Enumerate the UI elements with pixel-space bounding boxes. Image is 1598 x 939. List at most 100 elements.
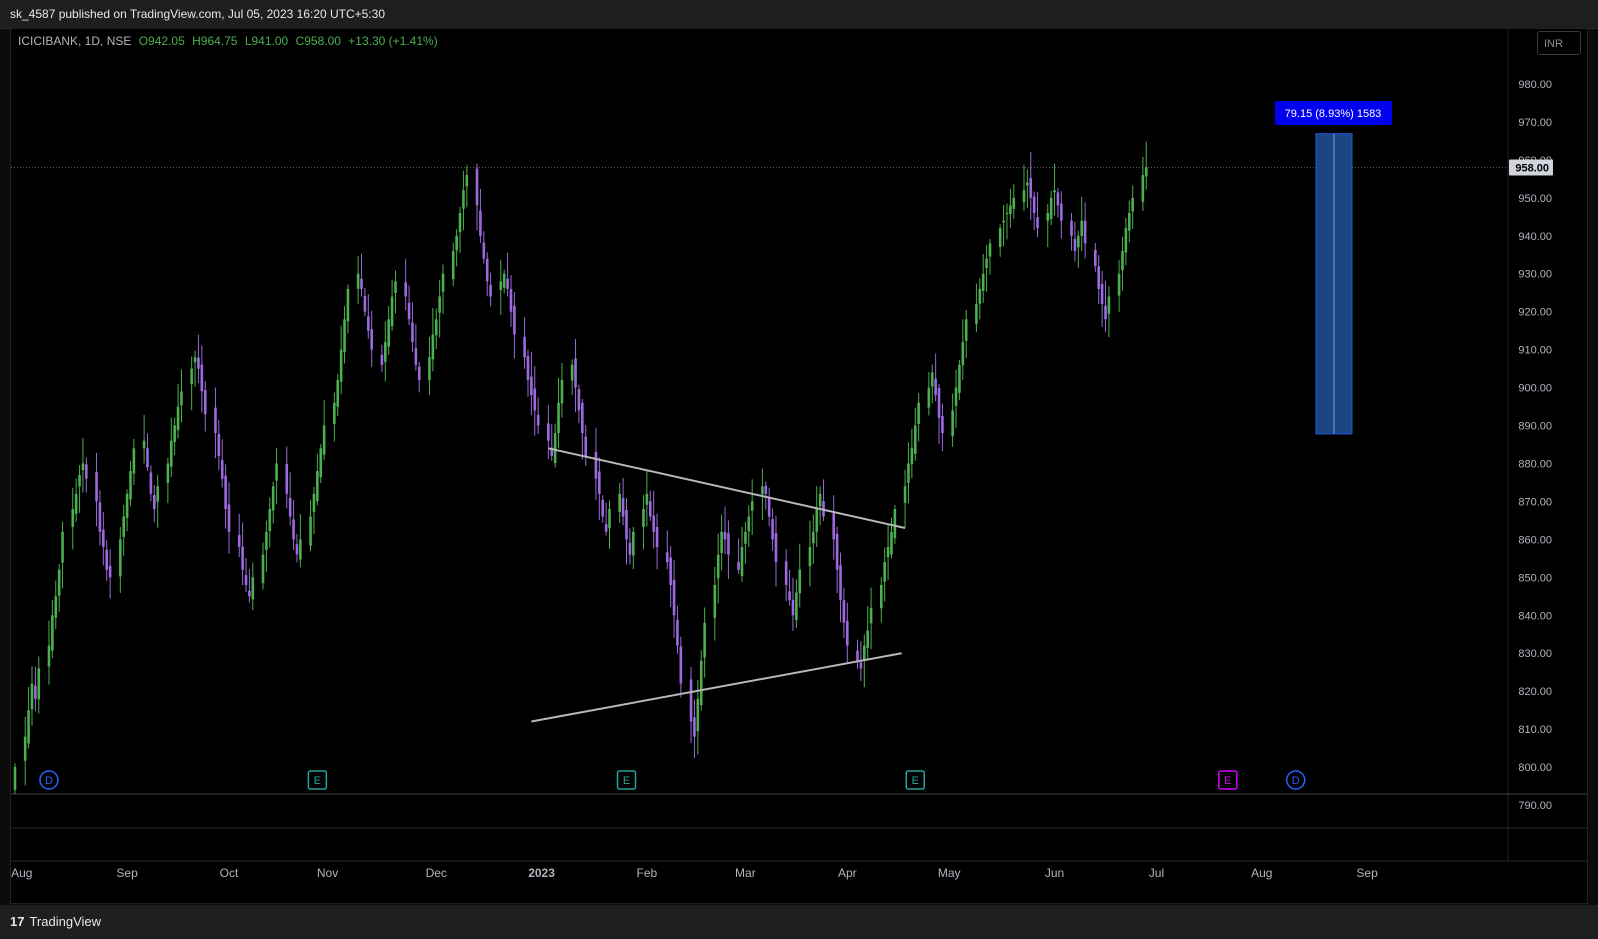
candle-body [227,504,231,532]
price-range-label: 79.15 (8.93%) 1583 [1285,108,1382,120]
candle-body [85,464,88,479]
candle-body [598,471,601,494]
candle-body [339,349,343,382]
candle-body [557,402,560,434]
candle-body [417,366,421,380]
candle-body [1049,197,1053,219]
candle-body [465,175,469,187]
candle-body [890,531,893,555]
x-tick-label: Sep [1356,866,1378,880]
y-tick-label: 860.00 [1518,534,1552,546]
candle-body [288,498,292,517]
candle-body [1127,213,1131,231]
candle-body [1124,228,1128,253]
y-tick-label: 900.00 [1518,383,1552,395]
candle-body [102,529,105,547]
candle-body [581,402,584,434]
candle-body [220,460,224,479]
event-marker-label: E [623,775,630,787]
candle-body [1005,213,1009,215]
candle-body [1032,196,1036,214]
candle-body [1083,220,1087,244]
candle-body [383,342,387,362]
candle-body [570,364,574,381]
candle-body [1097,266,1101,289]
candle-body [414,348,418,365]
candle-body [703,622,706,658]
candle-body [241,546,244,570]
candle-body [727,533,730,555]
candle-body [34,685,37,699]
candle-body [1104,305,1107,320]
candle-body [129,471,132,500]
candle-body [628,542,632,555]
y-tick-label: 920.00 [1518,307,1552,319]
candle-body [937,387,941,418]
candle-body [958,364,961,393]
candle-body [407,302,411,320]
candle-body [594,451,598,479]
candle-body [360,278,363,289]
x-tick-label: Aug [11,866,32,880]
candle-body [251,577,255,600]
symbol-label[interactable]: ICICIBANK, 1D, NSE [18,34,131,48]
candle-body [299,539,302,560]
candle-body [1036,217,1039,229]
candle-body [434,319,438,336]
candle-body [846,620,849,646]
y-tick-label: 810.00 [1518,724,1552,736]
footer-bar: 17 TradingView [0,905,1598,939]
last-price-label: 958.00 [1515,162,1549,174]
candle-body [119,539,122,577]
candle-body [791,599,795,616]
candle-body [812,531,815,544]
candle-body [621,498,625,517]
candle-body [146,448,149,468]
x-tick-label: Feb [637,866,658,880]
candle-body [879,584,883,609]
candle-body [152,495,156,510]
candle-body [761,486,764,495]
candle-body [747,516,751,532]
price-chart[interactable]: 980.00970.00960.00950.00940.00930.00920.… [0,0,1598,905]
candle-body [907,463,910,483]
candle-body [547,423,550,441]
candle-body [798,569,802,594]
candle-body [998,228,1002,247]
candle-body [180,391,183,406]
candle-body [506,278,509,289]
candle-body [190,368,193,385]
candle-body [343,319,346,353]
x-tick-label: Jun [1045,866,1064,880]
event-marker-label: E [912,775,919,787]
candle-body [23,736,27,761]
change-value: +13.30 (+1.41%) [348,34,438,48]
x-tick-label: Sep [116,866,138,880]
candle-body [356,273,360,289]
candle-body [1094,249,1097,267]
candle-body [482,242,486,259]
y-tick-label: 830.00 [1518,648,1552,660]
currency-button[interactable]: INR [1537,31,1581,55]
y-tick-label: 970.00 [1518,117,1552,129]
candle-body [669,557,672,585]
candle-body [1117,273,1121,296]
tradingview-logo[interactable]: 17 TradingView [10,914,101,929]
candle-body [248,590,251,597]
candle-body [1100,283,1104,305]
x-tick-label: 2023 [528,866,555,880]
logo-text: TradingView [29,914,102,929]
candle-body [560,379,564,404]
candle-body [1077,235,1080,248]
candle-body [886,546,890,558]
candle-body [631,531,635,556]
candle-body [458,213,462,233]
candle-body [173,425,176,442]
candle-body [648,501,652,517]
candle-body [716,554,720,579]
y-tick-label: 800.00 [1518,762,1552,774]
event-marker-label: D [45,775,53,787]
lower-trendline[interactable] [531,652,902,723]
candle-body [720,531,723,554]
candle-body [1056,192,1060,206]
